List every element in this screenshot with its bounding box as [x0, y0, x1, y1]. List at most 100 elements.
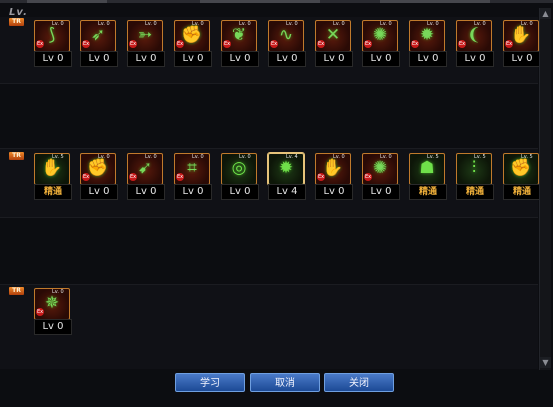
skill-glyph: ☗ [419, 158, 435, 178]
demon-mask-icon[interactable]: ☗ Lv. 5 [409, 153, 445, 185]
skill-glyph: ✋ [41, 158, 63, 178]
ex-badge-icon: Ex [411, 40, 419, 48]
skill-mini-level: Lv. 0 [239, 21, 251, 27]
skill-slot[interactable]: ✊ Lv. 0 Ex Lv 0 [80, 153, 118, 200]
skill-mini-level: Lv. 0 [98, 21, 110, 27]
skill-slot[interactable]: ⌗ Lv. 0 Ex Lv 0 [174, 153, 212, 200]
skill-level-label: 精通 [34, 184, 72, 200]
tornado-kick-icon[interactable]: ✺ Lv. 0 Ex [362, 153, 398, 185]
scrollbar[interactable]: ▲ ▼ [539, 8, 551, 370]
skill-mini-level: Lv. 0 [145, 21, 157, 27]
skill-mini-level: Lv. 0 [333, 154, 345, 160]
skill-slot[interactable]: ❦ Lv. 0 Ex Lv 0 [221, 20, 259, 67]
skill-slot[interactable]: ✋ Lv. 0 Ex Lv 0 [315, 153, 353, 200]
scroll-up-icon[interactable]: ▲ [540, 8, 551, 19]
skill-slot[interactable]: ✺ Lv. 0 Ex Lv 0 [362, 20, 400, 67]
ex-badge-icon: Ex [176, 40, 184, 48]
skill-level-label: Lv 0 [80, 184, 118, 200]
whip-icon[interactable]: ∿ Lv. 0 Ex [268, 20, 304, 52]
learn-button[interactable]: 学习 [175, 373, 245, 392]
skill-glyph: ✊ [510, 158, 532, 178]
skill-mini-level: Lv. 0 [52, 289, 64, 295]
skill-slot[interactable]: ⫶ Lv. 5 精通 [456, 153, 494, 200]
tier-badge: TR [9, 152, 24, 160]
ex-badge-icon: Ex [317, 40, 325, 48]
skill-mini-level: Lv. 0 [145, 154, 157, 160]
spiral-kick-icon[interactable]: ✺ Lv. 0 Ex [362, 20, 398, 52]
ex-badge-icon: Ex [364, 173, 372, 181]
ex-badge-icon: Ex [505, 40, 513, 48]
skill-slot[interactable]: ➹ Lv. 0 Ex Lv 0 [127, 153, 165, 200]
crescent-kick-icon[interactable]: ➹ Lv. 0 Ex [127, 153, 163, 185]
ex-badge-icon: Ex [129, 40, 137, 48]
skill-slot[interactable]: ✋ Lv. 5 精通 [34, 153, 72, 200]
skill-slot[interactable]: ✊ Lv. 5 精通 [503, 153, 541, 200]
skill-mini-level: Lv. 0 [52, 21, 64, 27]
skill-level-label: Lv 0 [174, 184, 212, 200]
tier-badge: TR [9, 287, 24, 295]
dash-strike-icon[interactable]: ➳ Lv. 0 Ex [127, 20, 163, 52]
skill-level-label: 精通 [409, 184, 447, 200]
ex-badge-icon: Ex [82, 173, 90, 181]
skill-level-label: Lv 0 [221, 184, 259, 200]
skill-mini-level: Lv. 0 [239, 154, 251, 160]
ex-badge-icon: Ex [82, 40, 90, 48]
rage-head-icon[interactable]: ✹ Lv. 4 [268, 153, 304, 185]
close-button[interactable]: 关闭 [324, 373, 394, 392]
skill-slot[interactable]: ✕ Lv. 0 Ex Lv 0 [315, 20, 353, 67]
top-bar [0, 0, 553, 3]
skill-mini-level: Lv. 5 [427, 154, 439, 160]
skill-slot[interactable]: ✺ Lv. 0 Ex Lv 0 [362, 153, 400, 200]
berserker-icon[interactable]: ✵ Lv. 0 Ex [34, 288, 70, 320]
skill-slot[interactable]: ➳ Lv. 0 Ex Lv 0 [127, 20, 165, 67]
vortex-icon[interactable]: ◎ Lv. 0 [221, 153, 257, 185]
arrow-kick-icon[interactable]: ➶ Lv. 0 Ex [80, 20, 116, 52]
skill-slot[interactable]: ✋ Lv. 0 Ex Lv 0 [503, 20, 541, 67]
skill-mini-level: Lv. 0 [98, 154, 110, 160]
tier-gap-2 [0, 218, 538, 284]
skill-slot[interactable]: ∿ Lv. 0 Ex Lv 0 [268, 20, 306, 67]
flame-fist-icon[interactable]: ✊ Lv. 0 Ex [80, 153, 116, 185]
skill-level-label: Lv 0 [80, 51, 118, 67]
cross-slash-icon[interactable]: ✕ Lv. 0 Ex [315, 20, 351, 52]
skill-level-label: Lv 0 [127, 51, 165, 67]
skill-level-label: Lv 0 [268, 51, 306, 67]
swing-arc-icon[interactable]: ❨ Lv. 0 Ex [456, 20, 492, 52]
skill-level-label: Lv 0 [362, 51, 400, 67]
power-fist-icon[interactable]: ✊ Lv. 5 [503, 153, 539, 185]
ex-badge-icon: Ex [270, 40, 278, 48]
skill-level-label: Lv 0 [503, 51, 541, 67]
shadow-palm-icon[interactable]: ✋ Lv. 0 Ex [315, 153, 351, 185]
net-icon[interactable]: ⌗ Lv. 0 Ex [174, 153, 210, 185]
skill-level-label: Lv 0 [221, 51, 259, 67]
skill-slot[interactable]: ◎ Lv. 0 Lv 0 [221, 153, 259, 200]
skill-tree-panel: Lv. TR TR TR ⟆ Lv. 0 Ex Lv 0 ➶ Lv. 0 Ex Lv 0 ➳ Lv… [0, 0, 553, 407]
beast-head-icon[interactable]: ✹ Lv. 0 Ex [409, 20, 445, 52]
fist-swing-icon[interactable]: ✊ Lv. 0 Ex [174, 20, 210, 52]
skill-level-label: 精通 [456, 184, 494, 200]
top-bar-tab [200, 0, 320, 3]
skill-slot[interactable]: ✊ Lv. 0 Ex Lv 0 [174, 20, 212, 67]
skill-slot[interactable]: ✹ Lv. 0 Ex Lv 0 [409, 20, 447, 67]
skill-level-label: Lv 0 [34, 319, 72, 335]
scroll-down-icon[interactable]: ▼ [540, 357, 551, 368]
skill-slot[interactable]: ✵ Lv. 0 Ex Lv 0 [34, 288, 72, 335]
skill-slot[interactable]: ➶ Lv. 0 Ex Lv 0 [80, 20, 118, 67]
skill-slot[interactable]: ✹ Lv. 4 Lv 4 [268, 153, 306, 200]
tiger-claw-icon[interactable]: ✋ Lv. 5 [34, 153, 70, 185]
skill-level-label: Lv 0 [34, 51, 72, 67]
cancel-button[interactable]: 取消 [250, 373, 320, 392]
pillar-strike-icon[interactable]: ⫶ Lv. 5 [456, 153, 492, 185]
skill-mini-level: Lv. 0 [380, 154, 392, 160]
tier-badge: TR [9, 18, 24, 26]
skill-slot[interactable]: ☗ Lv. 5 精通 [409, 153, 447, 200]
skill-slot[interactable]: ❨ Lv. 0 Ex Lv 0 [456, 20, 494, 67]
gauntlet-icon[interactable]: ✋ Lv. 0 Ex [503, 20, 539, 52]
ex-badge-icon: Ex [129, 173, 137, 181]
claw-strike-icon[interactable]: ⟆ Lv. 0 Ex [34, 20, 70, 52]
tier-gap-1 [0, 84, 538, 148]
leaf-gust-icon[interactable]: ❦ Lv. 0 Ex [221, 20, 257, 52]
skill-slot[interactable]: ⟆ Lv. 0 Ex Lv 0 [34, 20, 72, 67]
skill-glyph: ⫶ [471, 158, 477, 178]
skill-level-label: 精通 [503, 184, 541, 200]
